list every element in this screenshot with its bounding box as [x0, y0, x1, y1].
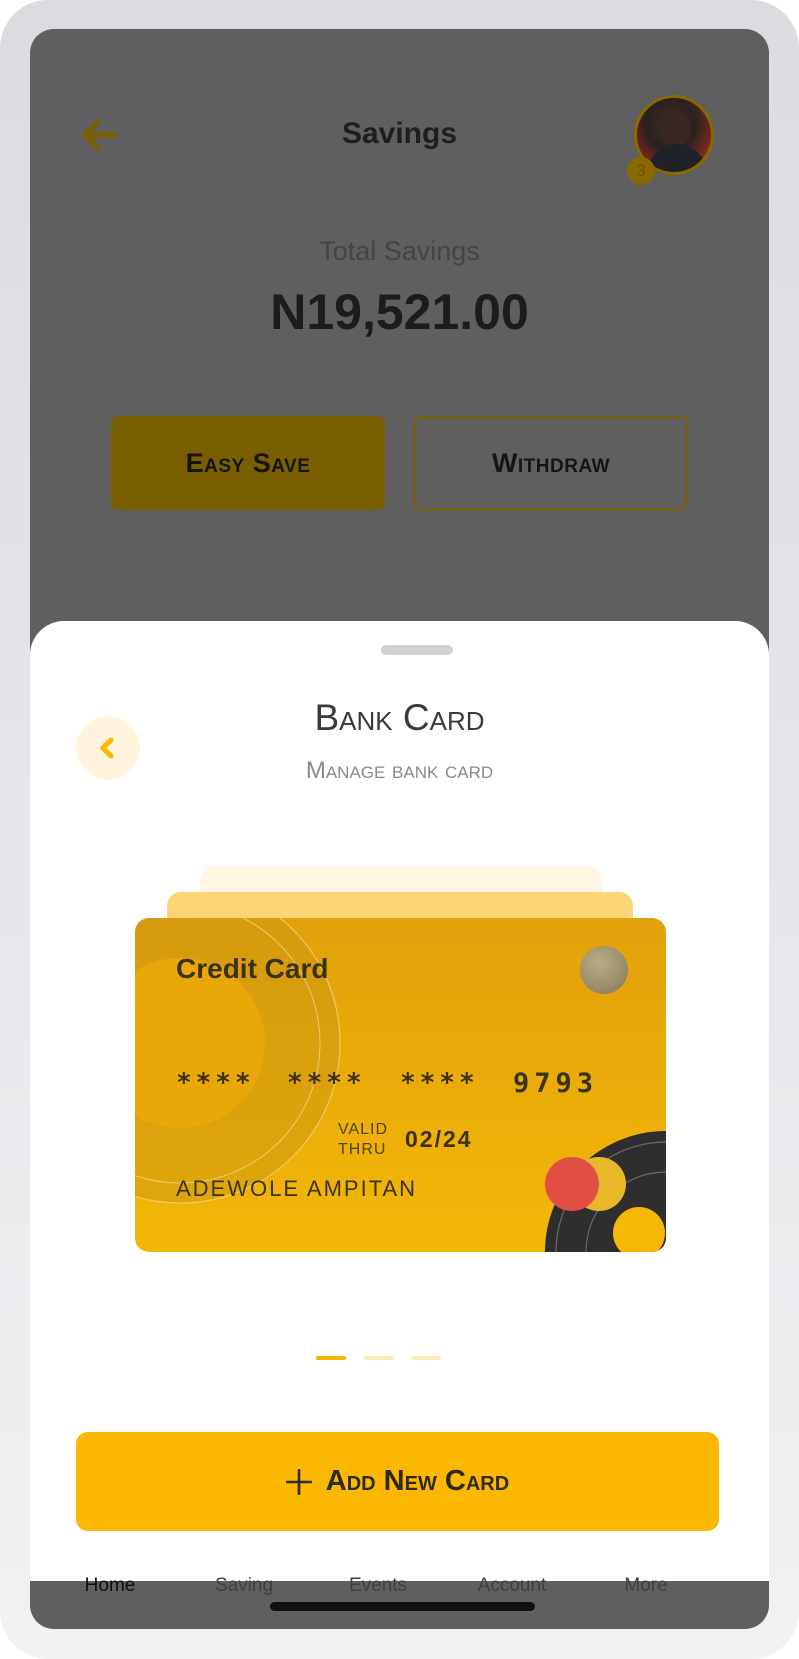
card-number-last4: 9793 [513, 1068, 599, 1099]
card-pager [30, 1356, 769, 1362]
withdraw-label: Withdraw [491, 447, 611, 478]
card-number-group-3: **** [400, 1068, 479, 1098]
add-new-card-button[interactable]: Add New Card [76, 1432, 719, 1531]
notification-badge: 3 [627, 157, 655, 185]
pager-dot-active[interactable] [316, 1356, 346, 1360]
sheet-subtitle: Manage bank card [305, 757, 494, 784]
easy-save-button[interactable]: Easy Save [111, 416, 385, 510]
total-savings-label: Total Savings [319, 236, 480, 266]
card-holder-name: ADEWOLE AMPITAN [176, 1176, 418, 1201]
total-savings-amount: N19,521.00 [270, 284, 529, 340]
card-number-group-2: **** [287, 1068, 366, 1098]
home-indicator[interactable] [270, 1602, 535, 1611]
tab-home[interactable]: Home [50, 1575, 170, 1597]
tab-events[interactable]: Events [318, 1575, 438, 1597]
pager-dot[interactable] [411, 1356, 441, 1360]
card-chip [580, 946, 628, 994]
pager-dot[interactable] [364, 1356, 394, 1360]
withdraw-button[interactable]: Withdraw [414, 416, 688, 510]
card-type-label: Credit Card [176, 953, 329, 984]
sheet-title: Bank Card [314, 697, 485, 738]
valid-thru-label: VALID THRU [338, 1121, 389, 1158]
card-network-logo [545, 1131, 666, 1252]
plus-icon [285, 1468, 312, 1495]
tab-saving[interactable]: Saving [184, 1575, 304, 1597]
card-expiry: 02/24 [405, 1126, 473, 1152]
credit-card[interactable]: Credit Card **** **** **** 9793 VALID TH… [135, 918, 666, 1252]
tab-account[interactable]: Account [452, 1575, 572, 1597]
card-number-group-1: **** [176, 1068, 255, 1098]
app-screen: Savings 3 Total Savings N19,521.00 Easy … [30, 29, 769, 1629]
bank-card-sheet: Bank Card Manage bank card Credit Card *… [30, 621, 769, 1581]
add-new-card-label: Add New Card [325, 1465, 510, 1497]
tab-more[interactable]: More [586, 1575, 706, 1597]
device-frame: Savings 3 Total Savings N19,521.00 Easy … [0, 0, 799, 1659]
sheet-drag-handle[interactable] [381, 645, 453, 655]
easy-save-label: Easy Save [185, 447, 311, 478]
bottom-tab-bar: Home Saving Events Account More [30, 1561, 769, 1629]
